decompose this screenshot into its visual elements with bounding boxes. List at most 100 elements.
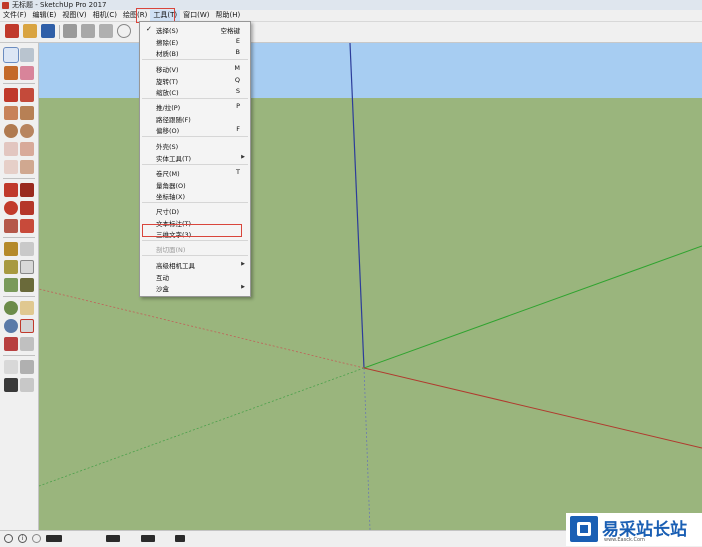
pan-tool-icon[interactable]: [20, 301, 34, 315]
menu-item-erase-shortcut: E: [235, 37, 240, 45]
open-folder-icon[interactable]: [23, 24, 37, 38]
watermark-subtext: www.Easck.Com: [604, 537, 645, 543]
menu-item-move[interactable]: 移动(V): [156, 64, 179, 74]
title-bar: 无标题 - SketchUp Pro 2017: [0, 0, 702, 10]
dimension-tool-icon[interactable]: [20, 242, 34, 256]
menu-item-axes[interactable]: 坐标轴(X): [156, 191, 185, 201]
top-toolbar: 0 ▼: [0, 22, 702, 61]
menu-item-sandbox[interactable]: 沙盒: [156, 283, 169, 293]
look-around-icon[interactable]: [20, 360, 34, 374]
select-tool-icon[interactable]: [3, 47, 19, 63]
zoom-window-icon[interactable]: [20, 319, 34, 333]
check-icon: ✓: [146, 25, 152, 33]
rotate-tool-icon[interactable]: [4, 201, 18, 215]
polygon-tool-icon[interactable]: [20, 124, 34, 138]
menu-item-select[interactable]: 选择(S): [156, 25, 178, 35]
submenu-arrow-icon: ▶: [241, 154, 245, 160]
blue-axis-negative: [363, 367, 371, 530]
geo-location-icon[interactable]: [4, 534, 13, 543]
erase-icon[interactable]: [117, 24, 131, 38]
menu-item-scale[interactable]: 缩放(C): [156, 87, 179, 97]
offset-tool-icon[interactable]: [20, 219, 34, 233]
3d-text-tool-icon[interactable]: [20, 278, 34, 292]
menu-item-erase[interactable]: 擦除(E): [156, 37, 178, 47]
watermark: 易采站长站 www.Easck.Com: [566, 513, 702, 546]
red-axis-positive: [363, 367, 702, 449]
menu-view[interactable]: 视图(V): [59, 10, 89, 21]
arc-tool-icon[interactable]: [4, 142, 18, 156]
submenu-arrow-icon: ▶: [241, 261, 245, 267]
menu-item-section-plane: 剖切面(N): [156, 246, 186, 254]
menu-item-scale-shortcut: S: [235, 87, 240, 95]
menu-item-select-shortcut: 空格键: [220, 27, 241, 35]
push-pull-icon[interactable]: [20, 183, 34, 197]
follow-me-icon[interactable]: [20, 201, 34, 215]
freehand-tool-icon[interactable]: [20, 88, 34, 102]
taskbar-item: [141, 535, 155, 542]
paint-bucket-icon[interactable]: [4, 66, 18, 80]
new-model-icon[interactable]: [5, 24, 19, 38]
eraser-icon[interactable]: [20, 66, 34, 80]
submenu-arrow-icon: ▶: [241, 284, 245, 290]
copy-icon[interactable]: [81, 24, 95, 38]
credits-icon[interactable]: i: [18, 534, 27, 543]
menu-item-push-pull-shortcut: P: [236, 102, 240, 110]
menu-item-follow-me[interactable]: 路径跟随(F): [156, 114, 191, 124]
menu-item-tape-measure[interactable]: 卷尺(M): [156, 168, 180, 178]
two-point-arc-icon[interactable]: [20, 142, 34, 156]
menu-item-rotate[interactable]: 旋转(T): [156, 76, 178, 86]
cut-icon[interactable]: [63, 24, 77, 38]
status-help-icon[interactable]: [32, 534, 41, 543]
menu-item-offset-shortcut: F: [236, 125, 240, 133]
menu-window[interactable]: 窗口(W): [180, 10, 212, 21]
menu-edit[interactable]: 编辑(E): [30, 10, 60, 21]
rectangle-tool-icon[interactable]: [4, 106, 18, 120]
menu-item-interact[interactable]: 互动: [156, 272, 169, 282]
menu-help[interactable]: 帮助(H): [212, 10, 243, 21]
red-axis-negative: [39, 288, 365, 369]
menu-item-outer-shell[interactable]: 外壳(S): [156, 141, 178, 151]
watermark-logo-icon: [570, 516, 598, 542]
menu-file[interactable]: 文件(F): [0, 10, 30, 21]
menu-item-advanced-camera[interactable]: 高级相机工具: [156, 260, 195, 270]
save-icon[interactable]: [41, 24, 55, 38]
menu-item-offset[interactable]: 偏移(O): [156, 125, 179, 135]
taskbar-item: [175, 535, 185, 542]
taskbar-item: [46, 535, 62, 542]
move-tool-icon[interactable]: [4, 183, 18, 197]
menu-camera[interactable]: 相机(C): [90, 10, 120, 21]
paste-icon[interactable]: [99, 24, 113, 38]
menu-item-push-pull[interactable]: 推/拉(P): [156, 102, 180, 112]
menu-item-protractor[interactable]: 量角器(O): [156, 180, 186, 190]
menu-item-dimension[interactable]: 尺寸(D): [156, 206, 179, 216]
zoom-tool-icon[interactable]: [4, 319, 18, 333]
section-plane-icon[interactable]: [20, 378, 34, 392]
component-tool-icon[interactable]: [20, 48, 34, 62]
left-toolbar: [0, 43, 39, 530]
taskbar-item: [106, 535, 120, 542]
line-tool-icon[interactable]: [4, 88, 18, 102]
text-tool-icon[interactable]: [20, 260, 34, 274]
sketchup-app-icon: [2, 1, 9, 9]
highlight-box-3d-text: [142, 224, 242, 237]
zoom-extents-icon[interactable]: [4, 337, 18, 351]
scale-tool-icon[interactable]: [4, 219, 18, 233]
menu-item-paint-shortcut: B: [235, 48, 240, 56]
protractor-icon[interactable]: [4, 260, 18, 274]
rotated-rectangle-icon[interactable]: [20, 106, 34, 120]
menu-item-solid-tools[interactable]: 实体工具(T): [156, 153, 191, 163]
green-axis-negative: [39, 367, 365, 487]
circle-tool-icon[interactable]: [4, 124, 18, 138]
menu-bar: 文件(F) 编辑(E) 视图(V) 相机(C) 绘图(R) 工具(T) 窗口(W…: [0, 10, 702, 22]
tape-measure-icon[interactable]: [4, 242, 18, 256]
axes-tool-icon[interactable]: [4, 278, 18, 292]
menu-item-move-shortcut: M: [234, 64, 240, 72]
orbit-tool-icon[interactable]: [4, 301, 18, 315]
menu-item-rotate-shortcut: Q: [234, 76, 240, 84]
position-camera-icon[interactable]: [4, 360, 18, 374]
three-point-arc-icon[interactable]: [4, 160, 18, 174]
previous-view-icon[interactable]: [20, 337, 34, 351]
menu-item-paint[interactable]: 材质(B): [156, 48, 179, 58]
walk-tool-icon[interactable]: [4, 378, 18, 392]
pie-tool-icon[interactable]: [20, 160, 34, 174]
